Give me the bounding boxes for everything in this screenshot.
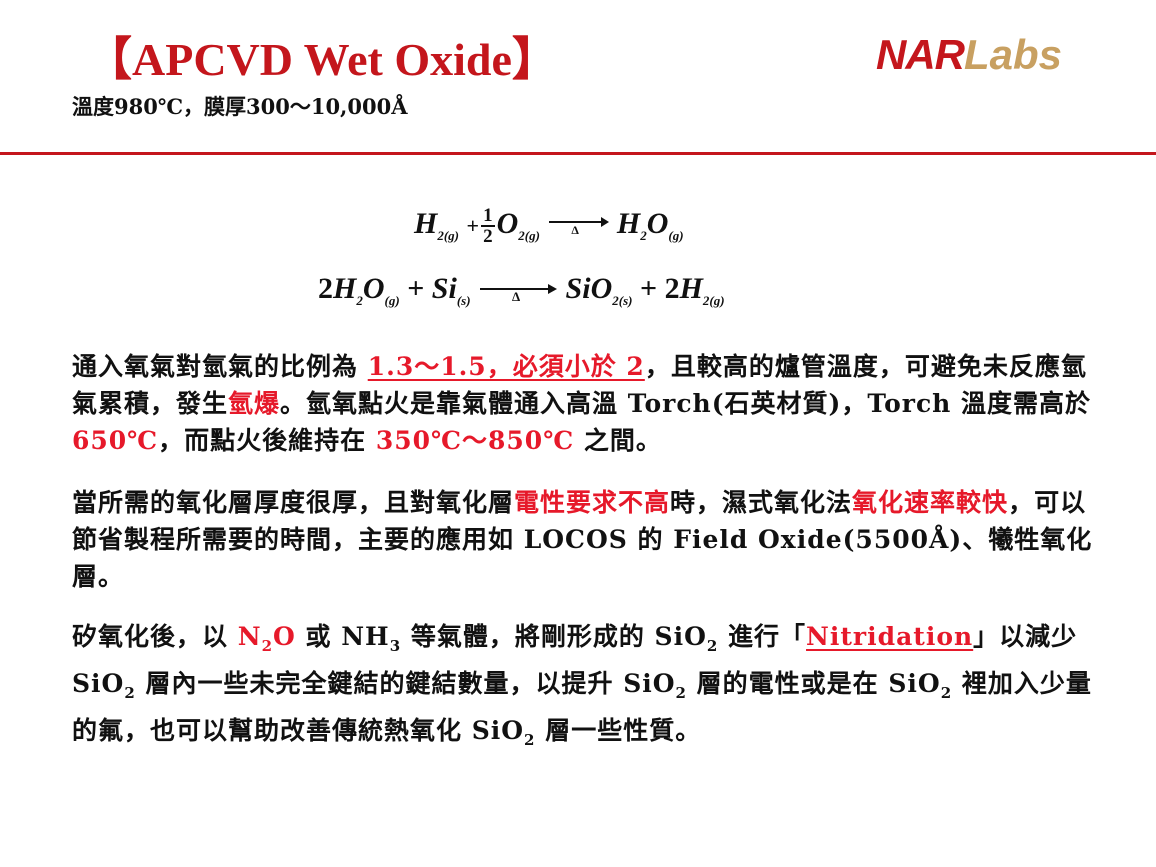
eq1-hydrogen: H bbox=[414, 207, 438, 240]
highlight-n2o: N2O bbox=[237, 622, 296, 655]
highlight-nitridation: Nitridation bbox=[806, 622, 974, 651]
highlight-650c: 650℃ bbox=[72, 426, 159, 455]
eq1-reaction-arrow: Δ bbox=[547, 213, 610, 239]
eq1-fraction: 12 bbox=[481, 205, 495, 248]
page-subtitle: 溫度980℃，膜厚300～10,000Å bbox=[72, 94, 408, 119]
highlight-temp-range: 350℃～850℃ bbox=[375, 426, 575, 455]
eq1-oxygen: O bbox=[496, 207, 519, 240]
highlight-electrical-requirement: 電性要求不高 bbox=[514, 488, 671, 517]
eq2-product: SiO bbox=[565, 272, 613, 305]
eq2-silicon: Si bbox=[431, 272, 457, 305]
equation-1: H2(g) +1 2 O2(g) Δ H2O(g) bbox=[414, 205, 684, 248]
header-divider bbox=[0, 152, 1156, 155]
highlight-oxidation-rate: 氧化速率較快 bbox=[852, 488, 1009, 517]
equation-2: 2H2O(g) + Si(s) Δ SiO2(s) + 2H2(g) bbox=[318, 272, 725, 308]
paragraph-nitridation: 矽氧化後，以 N2O 或 NH3 等氣體，將剛形成的 SiO2 進行「Nitri… bbox=[72, 622, 1092, 749]
eq2-reaction-arrow: Δ bbox=[478, 278, 558, 304]
logo-labs: Labs bbox=[964, 31, 1063, 78]
logo-nar: NAR bbox=[876, 31, 965, 78]
highlight-hydrogen-explosion: 氫爆 bbox=[228, 389, 281, 418]
paragraph-ratio: 通入氧氣對氫氣的比例為 1.3～1.5，必須小於 2，且較高的爐管溫度，可避免未… bbox=[72, 352, 1092, 455]
paragraph-thick-oxide: 當所需的氧化層厚度很厚，且對氧化層電性要求不高時，濕式氧化法氧化速率較快，可以節… bbox=[72, 488, 1093, 591]
page-title: 【APCVD Wet Oxide】 bbox=[86, 34, 558, 85]
eq1-product: H bbox=[616, 207, 641, 240]
narlabs-logo: NARLabs bbox=[876, 28, 1062, 82]
highlight-ratio: 1.3～1.5，必須小於 2 bbox=[367, 352, 645, 381]
